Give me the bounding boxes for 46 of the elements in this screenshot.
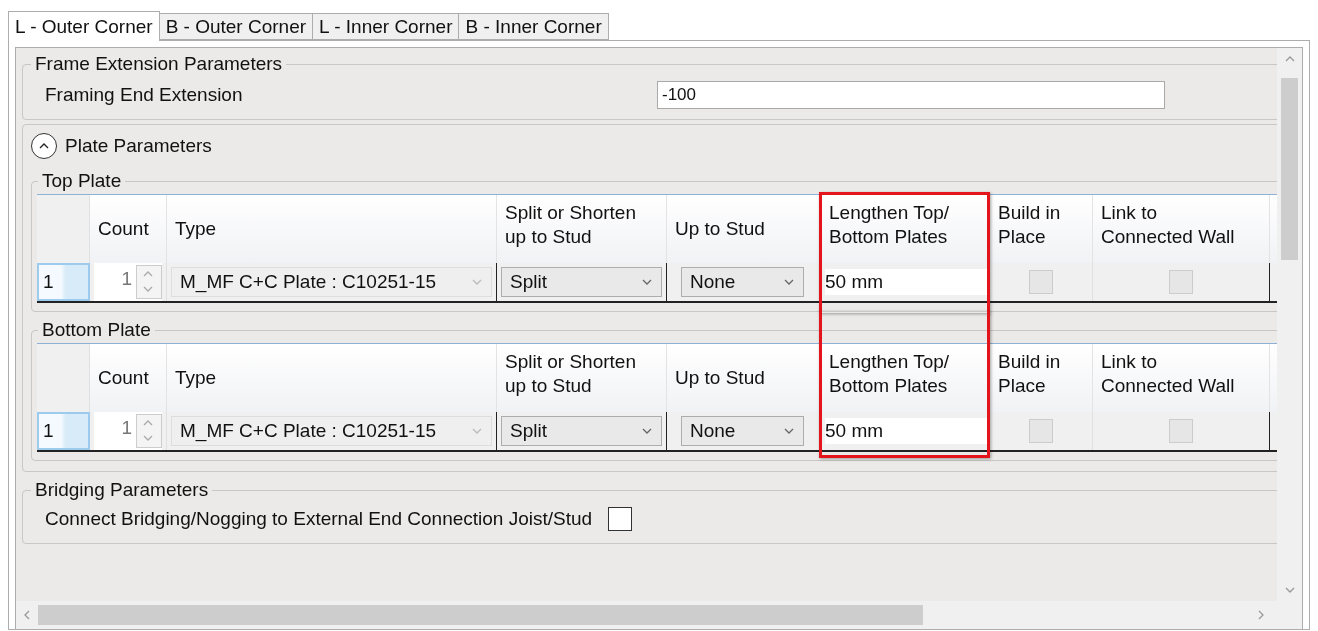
split-dropdown[interactable]: Split	[501, 267, 662, 297]
stud-dropdown[interactable]: None	[681, 267, 804, 297]
column-header: Link to Connected Wall	[1093, 195, 1270, 263]
group-legend: Top Plate	[38, 171, 126, 191]
scroll-thumb[interactable]	[38, 605, 923, 625]
column-header: Count	[90, 344, 167, 412]
lengthen-field[interactable]: 50 mm	[825, 269, 989, 295]
column-header: Split or Shorten up to Stud	[497, 195, 667, 263]
lengthen-field[interactable]: 50 mm	[825, 418, 989, 444]
row-header[interactable]: 1	[37, 412, 90, 450]
tab[interactable]: B - Outer Corner	[158, 13, 314, 40]
column-header: Type	[167, 344, 497, 412]
build-in-place-checkbox[interactable]	[1029, 419, 1053, 443]
horizontal-scrollbar[interactable]	[16, 601, 1302, 629]
stud-dropdown[interactable]: None	[681, 416, 804, 446]
collapse-button[interactable]	[31, 133, 57, 159]
build-in-place-checkbox[interactable]	[1029, 270, 1053, 294]
type-dropdown[interactable]: M_MF C+C Plate : C10251-15	[171, 416, 492, 446]
column-header: Build in Place	[990, 344, 1093, 412]
row-header[interactable]: 1	[37, 263, 90, 301]
type-dropdown[interactable]: M_MF C+C Plate : C10251-15	[171, 267, 492, 297]
column-header: Type	[167, 195, 497, 263]
field-label: Framing End Extension	[45, 84, 244, 106]
column-header: Split or Shorten up to Stud	[497, 344, 667, 412]
count-spinner[interactable]: 1	[94, 263, 162, 301]
count-spinner[interactable]: 1	[94, 412, 162, 450]
column-header: Build in Place	[990, 195, 1093, 263]
corner-header	[37, 344, 90, 412]
field-label: Connect Bridging/Nogging to External End Connection Joist/Stud	[45, 508, 593, 530]
tab[interactable]: L - Outer Corner	[8, 11, 160, 41]
column-header: Up to Stud	[667, 344, 821, 412]
column-header: Up to Stud	[667, 195, 821, 263]
tab[interactable]: B - Inner Corner	[458, 13, 609, 40]
column-header: Link to Connected Wall	[1093, 344, 1270, 412]
link-to-wall-checkbox[interactable]	[1169, 270, 1193, 294]
vertical-scrollbar[interactable]	[1277, 48, 1302, 601]
section-title: Plate Parameters	[65, 135, 212, 157]
link-to-wall-checkbox[interactable]	[1169, 419, 1193, 443]
column-header: Count	[90, 195, 167, 263]
bridging-checkbox[interactable]	[608, 507, 633, 531]
scroll-thumb[interactable]	[1281, 78, 1298, 260]
split-dropdown[interactable]: Split	[501, 416, 662, 446]
tab[interactable]: L - Inner Corner	[312, 13, 460, 40]
extension-field[interactable]: -100	[657, 81, 1165, 109]
corner-header	[37, 195, 90, 263]
group-legend: Bridging Parameters	[31, 480, 213, 500]
